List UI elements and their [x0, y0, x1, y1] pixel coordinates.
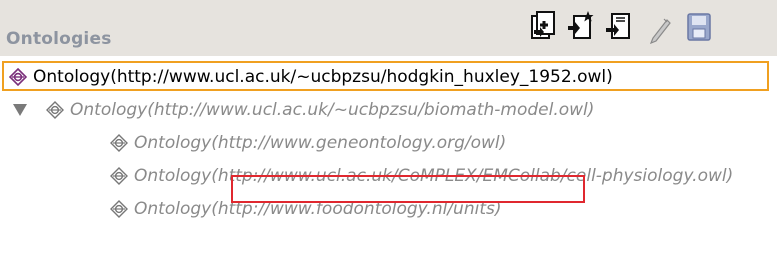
- add-import-icon[interactable]: [528, 10, 558, 46]
- ontology-diamond-icon: [110, 200, 128, 218]
- import-file-icon[interactable]: [604, 10, 634, 46]
- ontology-diamond-icon: [110, 167, 128, 185]
- panel-title: Ontologies: [6, 29, 112, 49]
- ontology-diamond-icon: [9, 68, 27, 86]
- tree-row-ontology[interactable]: Ontology(http://www.geneontology.org/owl…: [0, 127, 777, 159]
- tree-row-label: Ontology(http://www.ucl.ac.uk/~ucbpzsu/h…: [33, 67, 613, 87]
- panel-header: Ontologies: [0, 0, 777, 56]
- tree-row-ontology[interactable]: Ontology(http://www.ucl.ac.uk/~ucbpzsu/b…: [0, 94, 777, 126]
- edit-pencil-icon[interactable]: [644, 10, 674, 46]
- tree-row-ontology[interactable]: Ontology(http://www.ucl.ac.uk/~ucbpzsu/h…: [0, 61, 777, 93]
- ontology-diamond-icon: [110, 134, 128, 152]
- tree-row-label: Ontology(http://www.ucl.ac.uk/~ucbpzsu/b…: [70, 100, 595, 120]
- ontology-diamond-icon: [46, 101, 64, 119]
- highlight-annotation-box: [231, 175, 585, 203]
- expand-triangle-icon[interactable]: [13, 104, 27, 116]
- new-ontology-icon[interactable]: [566, 10, 596, 46]
- tree-row-label: Ontology(http://www.geneontology.org/owl…: [134, 133, 507, 153]
- save-disk-icon[interactable]: [684, 10, 714, 46]
